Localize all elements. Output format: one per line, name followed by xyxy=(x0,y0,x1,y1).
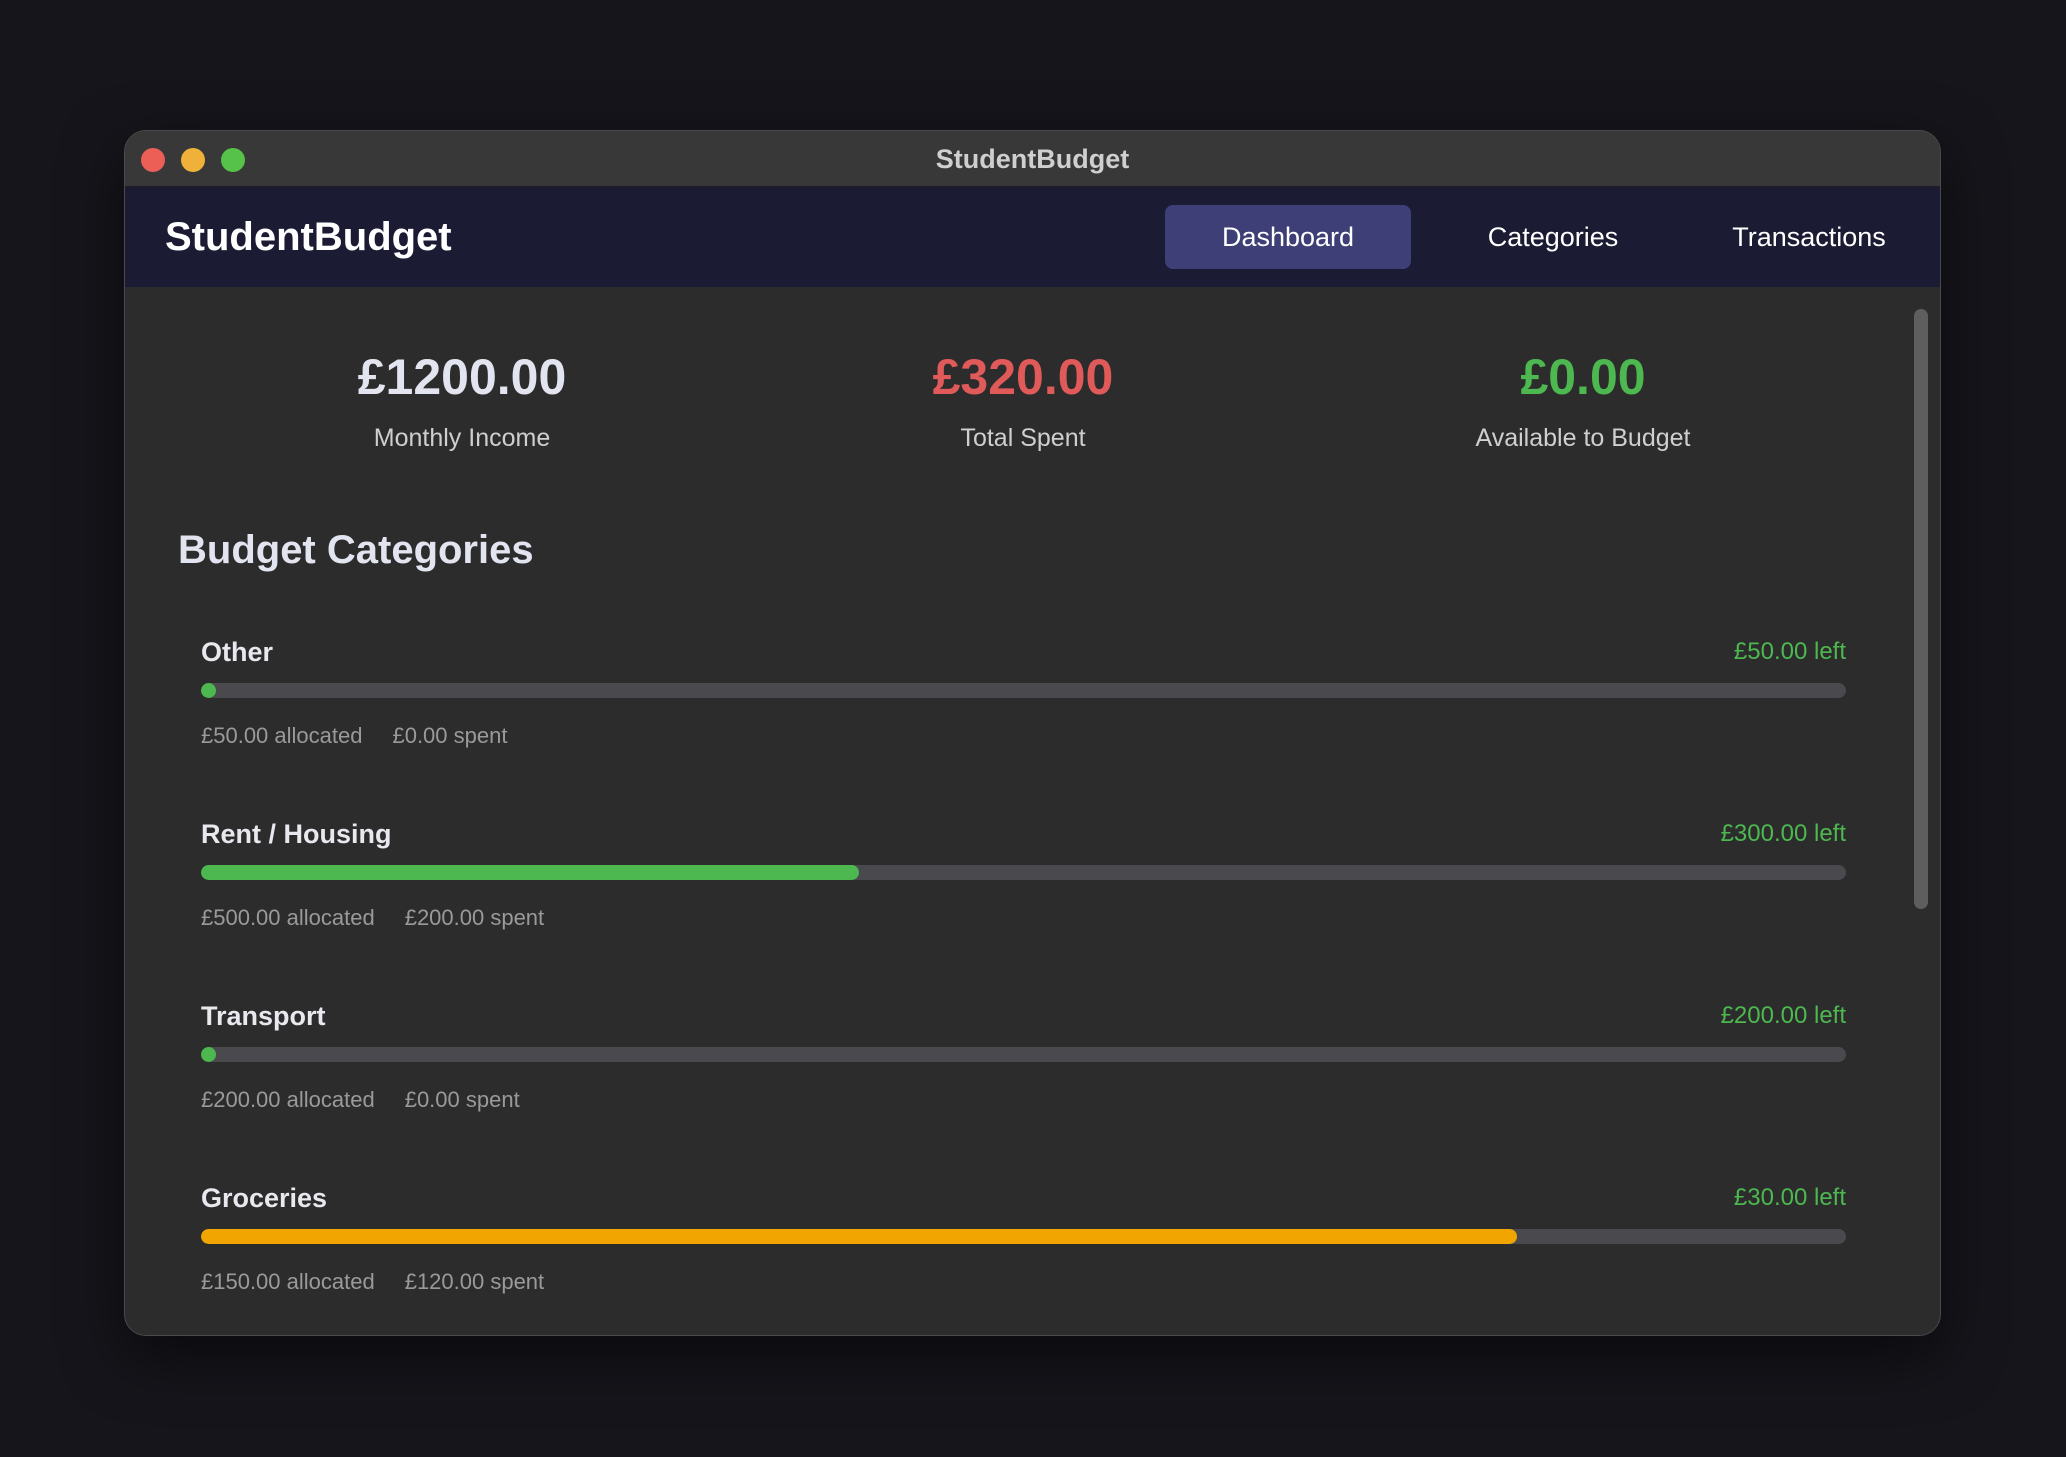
stat-value: £0.00 xyxy=(1520,349,1646,405)
window-title: StudentBudget xyxy=(935,144,1130,174)
stat-total-spent: £320.00 Total Spent xyxy=(743,347,1303,453)
stat-value: £1200.00 xyxy=(357,349,567,405)
category-progress-fill xyxy=(201,1047,216,1062)
category-meta: £200.00 allocated £0.00 spent xyxy=(201,1085,520,1115)
category-spent: £200.00 spent xyxy=(404,905,545,930)
category-rent-housing[interactable]: Rent / Housing £300.00 left £500.00 allo… xyxy=(201,817,1846,957)
category-spent: £0.00 spent xyxy=(404,1087,520,1112)
category-other[interactable]: Other £50.00 left £50.00 allocated £0.00 … xyxy=(201,635,1846,775)
vertical-scrollbar[interactable] xyxy=(1914,309,1928,909)
category-allocated: £50.00 allocated xyxy=(201,723,363,748)
category-name: Rent / Housing xyxy=(201,819,392,849)
title-bar[interactable]: StudentBudget xyxy=(125,131,1940,187)
category-progress-track xyxy=(201,683,1846,698)
category-name: Transport xyxy=(201,1001,326,1031)
category-transport[interactable]: Transport £200.00 left £200.00 allocated… xyxy=(201,999,1846,1139)
category-allocated: £500.00 allocated xyxy=(201,905,375,930)
section-title: Budget Categories xyxy=(178,528,534,572)
category-progress-track xyxy=(201,1229,1846,1244)
tab-categories[interactable]: Categories xyxy=(1433,205,1673,269)
stat-value: £320.00 xyxy=(932,349,1114,405)
category-remaining: £200.00 left xyxy=(1720,1002,1846,1029)
category-progress-fill xyxy=(201,865,859,880)
category-name: Groceries xyxy=(201,1183,328,1213)
stat-label: Total Spent xyxy=(960,424,1086,452)
category-remaining: £300.00 left xyxy=(1720,820,1846,847)
stat-available-to-budget: £0.00 Available to Budget xyxy=(1303,347,1863,453)
stat-monthly-income: £1200.00 Monthly Income xyxy=(182,347,742,453)
tab-transactions[interactable]: Transactions xyxy=(1689,205,1929,269)
category-progress-track xyxy=(201,865,1846,880)
category-groceries[interactable]: Groceries £30.00 left £150.00 allocated £… xyxy=(201,1181,1846,1321)
category-remaining: £30.00 left xyxy=(1733,1184,1846,1211)
category-remaining: £50.00 left xyxy=(1733,638,1846,665)
category-progress-fill xyxy=(201,683,216,698)
stat-label: Available to Budget xyxy=(1475,424,1691,452)
category-meta: £50.00 allocated £0.00 spent xyxy=(201,721,507,751)
category-meta: £150.00 allocated £120.00 spent xyxy=(201,1267,544,1297)
top-navbar: StudentBudget Dashboard Categories Trans… xyxy=(125,187,1940,287)
stat-label: Monthly Income xyxy=(373,424,551,452)
category-progress-track xyxy=(201,1047,1846,1062)
category-spent: £120.00 spent xyxy=(404,1269,545,1294)
category-spent: £0.00 spent xyxy=(392,723,508,748)
category-name: Other xyxy=(201,637,274,667)
category-meta: £500.00 allocated £200.00 spent xyxy=(201,903,544,933)
category-progress-fill xyxy=(201,1229,1517,1244)
app-brand: StudentBudget xyxy=(165,215,452,259)
tab-dashboard[interactable]: Dashboard xyxy=(1165,205,1411,269)
app-window: StudentBudget StudentBudget Dashboard Ca… xyxy=(124,130,1941,1336)
desktop: StudentBudget StudentBudget Dashboard Ca… xyxy=(0,0,2066,1457)
category-allocated: £150.00 allocated xyxy=(201,1269,375,1294)
category-allocated: £200.00 allocated xyxy=(201,1087,375,1112)
dashboard-content: £1200.00 Monthly Income £320.00 Total Sp… xyxy=(125,287,1940,1335)
